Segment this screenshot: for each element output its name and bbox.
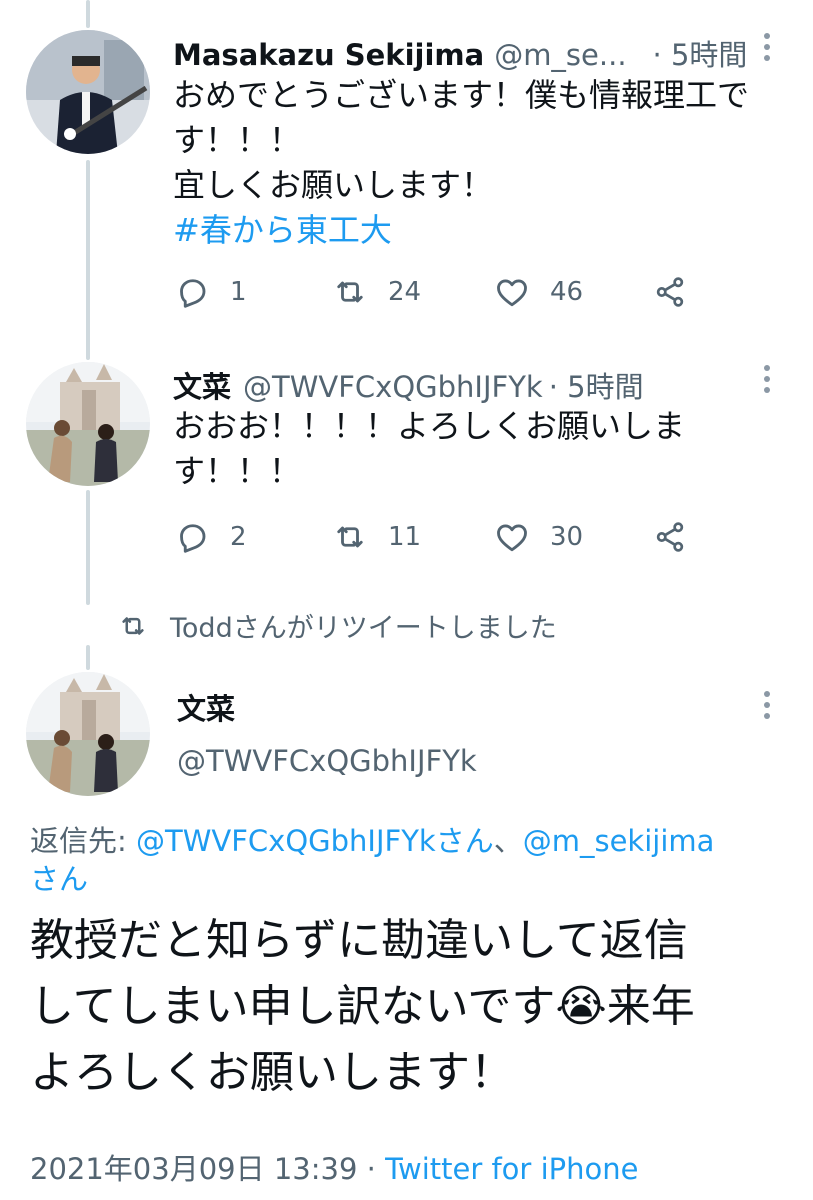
like-count: 30	[550, 522, 584, 552]
tweet-text-line: おめでとうございます！僕も情報理工で	[173, 76, 750, 114]
user-handle[interactable]: @TWVFCxQGbhIJFYk	[243, 370, 543, 404]
more-icon[interactable]	[757, 360, 777, 404]
avatar-ayana	[26, 672, 150, 796]
retweet-notice: Toddさんがリツイートしました	[118, 606, 557, 645]
reply-button[interactable]: 2	[174, 519, 247, 555]
reply-to-label: 返信先:	[30, 824, 136, 858]
user-handle[interactable]: @TWVFCxQGbhIJFYk	[177, 744, 477, 778]
retweet-icon	[337, 281, 363, 303]
reply-icon	[180, 524, 206, 553]
mention-link[interactable]: @m_sekijima	[523, 824, 715, 858]
timestamp[interactable]: · 5時間	[653, 32, 748, 74]
mention-link[interactable]: @TWVFCxQGbhIJFYkさん	[136, 824, 494, 858]
like-button[interactable]: 46	[494, 274, 583, 310]
reply-to: 返信先: @TWVFCxQGbhIJFYkさん、@m_sekijima さん	[30, 822, 790, 898]
thread-line-retweet	[86, 645, 90, 670]
heart-icon	[497, 279, 527, 307]
share-icon	[656, 522, 684, 552]
share-button[interactable]	[652, 519, 688, 555]
crying-emoji-icon: 😭	[555, 981, 607, 1032]
meta-separator: ·	[357, 1152, 386, 1186]
tweet-text-line: よろしくお願いします！	[30, 1047, 514, 1098]
tweet-source[interactable]: Twitter for iPhone	[385, 1152, 638, 1186]
more-icon[interactable]	[757, 686, 777, 730]
hashtag-link[interactable]: #春から東工大	[173, 208, 793, 253]
thread-line-bottom	[86, 490, 90, 605]
retweet-button[interactable]: 11	[332, 519, 421, 555]
thread-line-mid	[86, 160, 90, 360]
display-name[interactable]: 文菜	[177, 686, 235, 728]
retweet-icon	[337, 526, 363, 548]
share-button[interactable]	[652, 274, 688, 310]
tweet-text-line: 宜しくお願いします！	[173, 166, 494, 204]
tweet-text: おおお！！！！よろしくお願いしま す！！！	[173, 404, 793, 494]
tweet-date[interactable]: 2021年03月09日 13:39	[30, 1152, 357, 1186]
reply-button[interactable]: 1	[174, 274, 247, 310]
reply-separator: 、	[493, 824, 523, 858]
reply-count: 1	[230, 277, 247, 307]
heart-icon	[497, 524, 527, 552]
display-name[interactable]: 文菜	[173, 364, 231, 406]
like-button[interactable]: 30	[494, 519, 583, 555]
mention-link-suffix[interactable]: さん	[30, 862, 88, 896]
user-handle[interactable]: @m_se...	[494, 38, 626, 72]
reply-count: 2	[230, 522, 247, 552]
retweet-count: 24	[388, 277, 422, 307]
tweet-text-line: 教授だと知らずに勘違いして返信	[30, 915, 688, 966]
avatar-masakazu	[26, 30, 150, 154]
tweet-meta: 2021年03月09日 13:39 · Twitter for iPhone	[30, 1146, 638, 1188]
tweet-text-line: す！！！	[173, 121, 302, 159]
retweet-notice-text[interactable]: Toddさんがリツイートしました	[170, 606, 557, 645]
more-icon[interactable]	[757, 28, 777, 72]
avatar[interactable]	[26, 362, 150, 486]
avatar[interactable]	[26, 30, 150, 154]
thread-line-top	[86, 0, 90, 28]
retweet-count: 11	[388, 522, 422, 552]
tweet-text: おめでとうございます！僕も情報理工で す！！！ 宜しくお願いします！ #春から東…	[173, 73, 793, 253]
display-name[interactable]: Masakazu Sekijima	[173, 38, 484, 72]
share-icon	[656, 277, 684, 307]
tweet-text-line: してしまい申し訳ないです😭来年	[30, 974, 800, 1040]
tweet-text: 教授だと知らずに勘違いして返信 してしまい申し訳ないです😭来年 よろしくお願いし…	[30, 908, 800, 1106]
tweet-text-segment: してしまい申し訳ないです	[30, 981, 556, 1032]
retweet-icon	[122, 616, 144, 635]
tweet-text-line: す！！！	[173, 452, 302, 490]
avatar[interactable]	[26, 672, 150, 796]
timestamp[interactable]: · 5時間	[549, 364, 644, 406]
tweet-text-segment: 来年	[606, 981, 695, 1032]
like-count: 46	[550, 277, 584, 307]
reply-icon	[180, 279, 206, 308]
tweet-text-line: おおお！！！！よろしくお願いしま	[173, 407, 686, 445]
retweet-button[interactable]: 24	[332, 274, 421, 310]
avatar-ayana	[26, 362, 150, 486]
